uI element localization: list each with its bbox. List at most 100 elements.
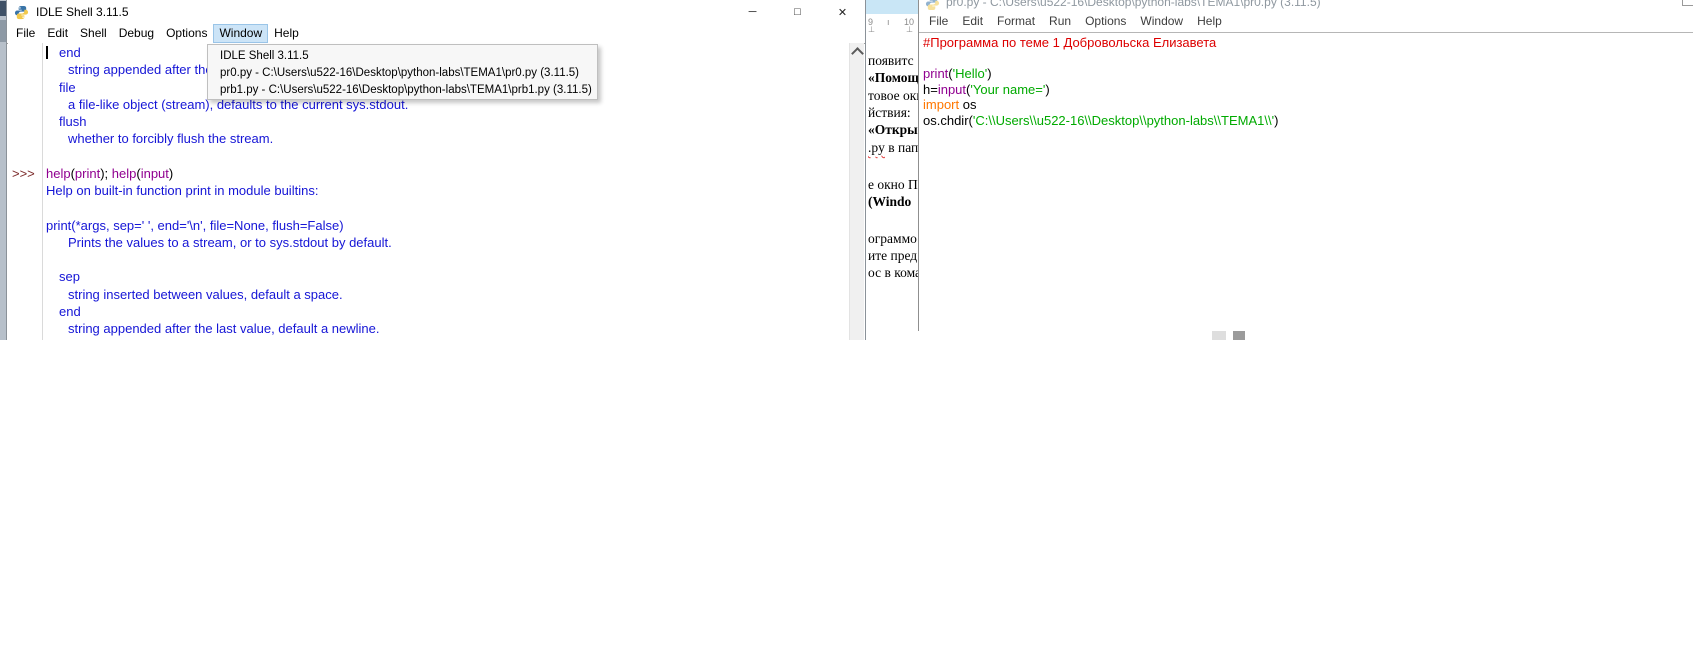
screen: IDLE Shell 3.11.5 ─ □ ✕ FileEditShellDeb… <box>0 0 1693 648</box>
menu-item-file[interactable]: File <box>922 10 955 32</box>
window-menu-dropdown: IDLE Shell 3.11.5pr0.py - C:\Users\u522-… <box>207 44 598 100</box>
shell-prompt: >>> <box>12 165 35 182</box>
editor-menubar: FileEditFormatRunOptionsWindowHelp <box>919 10 1693 33</box>
editor-titlebar[interactable]: pr0.py - C:\Users\u522-16\Desktop\python… <box>919 0 1693 10</box>
word-text-fragment: ограммо <box>868 231 917 247</box>
shell-line: >>>help(print); help(input) <box>8 165 850 182</box>
menu-item-window[interactable]: Window <box>213 24 268 43</box>
text-segment: товое окн <box>868 88 918 103</box>
text-segment: ограммо <box>868 231 917 246</box>
misspelled-word: .py <box>868 140 885 155</box>
text-segment: os <box>959 97 976 112</box>
shell-line: Help on built-in function print in modul… <box>8 182 850 199</box>
menu-item-edit[interactable]: Edit <box>955 10 990 32</box>
menu-item-help[interactable]: Help <box>1190 10 1229 32</box>
shell-line: end <box>8 303 850 320</box>
background-fragment <box>1233 331 1245 340</box>
text-segment: os.chdir( <box>923 113 973 128</box>
text-cursor <box>46 46 48 59</box>
menu-item-run[interactable]: Run <box>1042 10 1078 32</box>
background-fragment <box>1212 331 1226 340</box>
shell-line <box>8 148 850 165</box>
text-segment: help <box>112 166 137 181</box>
code-line <box>923 51 1693 67</box>
code-line: print('Hello') <box>923 66 1693 82</box>
scroll-up-arrow[interactable] <box>851 47 864 60</box>
window-controls: ─ □ ✕ <box>730 0 865 24</box>
code-line: h=input('Your name=') <box>923 82 1693 98</box>
text-segment: ); <box>100 166 112 181</box>
word-text-fragment: «Откры <box>868 122 918 138</box>
shell-line <box>8 251 850 268</box>
text-segment: file <box>59 338 76 340</box>
menu-item-window[interactable]: Window <box>1133 10 1190 32</box>
text-segment: «Помощ <box>868 70 918 85</box>
menu-item-debug[interactable]: Debug <box>113 24 160 43</box>
word-titlebar <box>866 0 918 14</box>
close-button[interactable]: ✕ <box>820 0 865 24</box>
text-segment: file <box>59 80 76 95</box>
shell-line: print(*args, sep=' ', end='\n', file=Non… <box>8 217 850 234</box>
word-text-fragment: .py в пап <box>868 140 918 156</box>
window-menu-dropdown-item[interactable]: IDLE Shell 3.11.5 <box>208 48 597 65</box>
text-segment: 'C:\\Users\\u522-16\\Desktop\\python-lab… <box>973 113 1274 128</box>
python-icon <box>14 5 29 20</box>
text-segment: string appended after the last value, de… <box>68 321 380 336</box>
text-segment: input <box>938 82 966 97</box>
menu-item-options[interactable]: Options <box>160 24 213 43</box>
text-segment: flush <box>59 114 86 129</box>
text-segment: import <box>923 97 959 112</box>
menu-item-options[interactable]: Options <box>1078 10 1133 32</box>
menu-item-file[interactable]: File <box>10 24 41 43</box>
editor-code-area[interactable]: #Программа по теме 1 Добровольска Елизав… <box>919 33 1693 128</box>
menu-item-edit[interactable]: Edit <box>41 24 74 43</box>
shell-titlebar[interactable]: IDLE Shell 3.11.5 ─ □ ✕ <box>7 0 865 24</box>
text-segment: (Windo <box>868 194 911 209</box>
text-segment: end <box>59 304 81 319</box>
word-text-fragment: (Windo <box>868 194 911 210</box>
maximize-button[interactable]: □ <box>775 0 820 24</box>
shell-line: file <box>8 337 850 340</box>
minimize-button[interactable]: ─ <box>730 0 775 24</box>
word-text-fragment: «Помощ <box>868 70 918 86</box>
word-text-fragment: ите пред <box>868 248 917 264</box>
window-menu-dropdown-item[interactable]: prb1.py - C:\Users\u522-16\Desktop\pytho… <box>208 82 597 99</box>
menu-item-format[interactable]: Format <box>990 10 1042 32</box>
window-menu-dropdown-item[interactable]: pr0.py - C:\Users\u522-16\Desktop\python… <box>208 65 597 82</box>
text-segment: Help on built-in function print in modul… <box>46 183 318 198</box>
text-segment: #Программа по теме 1 Добровольска Елизав… <box>923 35 1216 50</box>
text-segment: print <box>75 166 100 181</box>
shell-window-title: IDLE Shell 3.11.5 <box>36 5 129 19</box>
word-ruler: 9 ı 10 ⊥ ⊥ <box>866 14 918 33</box>
text-segment: whether to forcibly flush the stream. <box>68 131 273 146</box>
shell-line: whether to forcibly flush the stream. <box>8 130 850 147</box>
text-segment: ) <box>1045 82 1049 97</box>
editor-window: pr0.py - C:\Users\u522-16\Desktop\python… <box>918 0 1693 331</box>
menu-item-help[interactable]: Help <box>268 24 305 43</box>
menu-item-shell[interactable]: Shell <box>74 24 113 43</box>
text-segment: «Откры <box>868 122 918 137</box>
text-segment: 'Hello' <box>953 66 988 81</box>
text-segment: в пап <box>885 140 918 155</box>
shell-line: Prints the values to a stream, or to sys… <box>8 234 850 251</box>
code-line: import os <box>923 97 1693 113</box>
shell-line: string appended after the last value, de… <box>8 320 850 337</box>
ruler-tick: ı <box>887 17 890 27</box>
text-segment: появитс <box>868 53 914 68</box>
text-segment: sep <box>59 269 80 284</box>
text-segment: print(*args, sep=' ', end='\n', file=Non… <box>46 218 344 233</box>
word-text-fragment: ос в кома <box>868 265 918 281</box>
text-segment: е окно П <box>868 177 918 192</box>
editor-window-title: pr0.py - C:\Users\u522-16\Desktop\python… <box>946 0 1321 10</box>
word-text-fragment: йствия: <box>868 105 911 121</box>
shell-line: flush <box>8 113 850 130</box>
shell-menubar: FileEditShellDebugOptionsWindowHelp <box>7 24 865 44</box>
shell-scrollbar[interactable] <box>849 43 864 340</box>
editor-window-button-fragment[interactable] <box>1682 0 1693 6</box>
text-segment: ) <box>1274 113 1278 128</box>
text-segment: input <box>141 166 169 181</box>
word-document-window[interactable]: 9 ı 10 ⊥ ⊥ появитс «Помощ товое окн йствия:… <box>866 0 918 340</box>
word-text-fragment: товое окн <box>868 88 918 104</box>
text-segment: h= <box>923 82 938 97</box>
text-segment: 'Your name=' <box>970 82 1045 97</box>
